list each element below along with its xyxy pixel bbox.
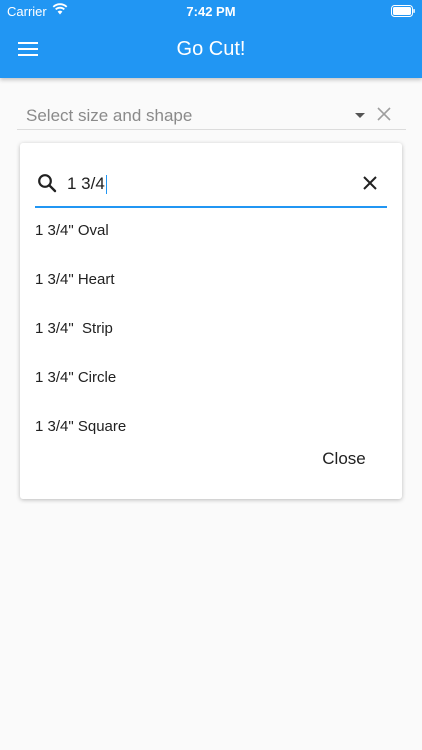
app-title: Go Cut! [176, 38, 246, 60]
list-item[interactable]: 1 3/4" Strip [20, 305, 402, 354]
status-bar: Carrier 7:42 PM [0, 0, 422, 22]
search-field[interactable]: 1 3/4 [35, 165, 387, 208]
text-cursor [105, 175, 107, 195]
search-dialog: 1 3/4 1 3/4" Oval 1 3/4" Heart 1 3/4" St… [20, 143, 402, 499]
list-item[interactable]: 1 3/4" Circle [20, 354, 402, 403]
battery-icon [391, 5, 415, 17]
search-icon [38, 174, 57, 193]
list-item[interactable]: 1 3/4" Oval [20, 207, 402, 256]
clock: 7:42 PM [186, 4, 236, 19]
close-button[interactable]: Close [304, 444, 384, 474]
size-shape-dropdown[interactable]: Select size and shape [17, 100, 406, 130]
caret-down-icon[interactable] [355, 113, 365, 118]
dropdown-hint: Select size and shape [26, 106, 193, 125]
list-item[interactable]: 1 3/4" Heart [20, 256, 402, 305]
clear-icon[interactable] [377, 107, 391, 121]
close-icon[interactable] [362, 175, 378, 191]
app-bar: Carrier 7:42 PM Go Cut! [0, 0, 422, 78]
search-input[interactable]: 1 3/4 [67, 174, 107, 195]
